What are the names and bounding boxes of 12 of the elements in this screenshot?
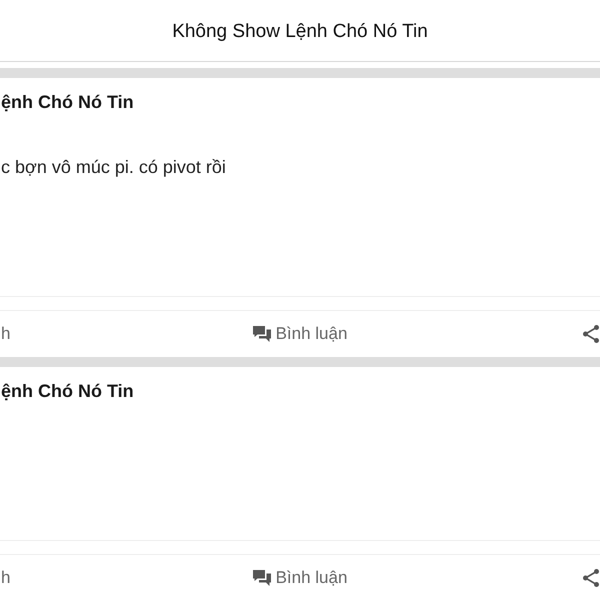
post-title: ệnh Chó Nó Tin: [1, 91, 134, 114]
comment-button[interactable]: Bình luận: [252, 568, 348, 588]
post-title: ệnh Chó Nó Tin: [1, 380, 134, 403]
action-button[interactable]: h: [0, 568, 10, 588]
page-title: Không Show Lệnh Chó Nó Tin: [172, 20, 428, 42]
chat-bubbles-icon: [252, 570, 271, 586]
chat-bubbles-icon: [252, 326, 271, 342]
action-button[interactable]: h: [0, 324, 10, 344]
post-text: c bợn vô múc pi. có pivot rồi: [1, 156, 226, 179]
comment-button[interactable]: Bình luận: [252, 324, 348, 344]
share-icon[interactable]: [583, 325, 599, 343]
share-icon[interactable]: [583, 569, 599, 587]
